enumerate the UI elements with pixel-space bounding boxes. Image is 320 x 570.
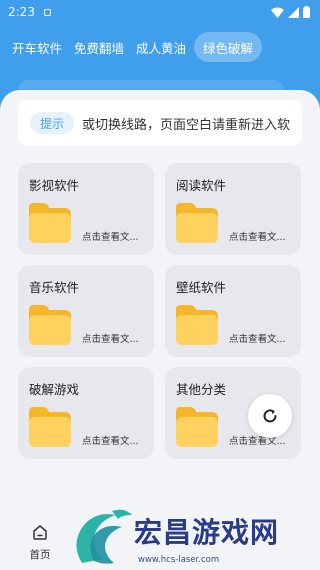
category-card-yingshi[interactable]: 影视软件 点击查看文... — [18, 163, 154, 255]
category-tabs: 开车软件 免费翻墙 成人黄油 绿色破解 — [0, 24, 320, 62]
card-title: 阅读软件 — [176, 178, 227, 193]
card-view-link[interactable]: 点击查看文... — [229, 229, 295, 243]
card-view-link[interactable]: 点击查看文... — [82, 229, 148, 243]
refresh-icon — [263, 409, 277, 423]
tab-pojie[interactable]: 绿色破解 — [194, 32, 263, 62]
card-view-link[interactable]: 点击查看文... — [82, 433, 148, 447]
folder-icon — [29, 305, 71, 345]
battery-icon — [303, 6, 310, 18]
category-card-bizhi[interactable]: 壁纸软件 点击查看文... — [165, 265, 301, 357]
tab-huangyou[interactable]: 成人黄油 — [132, 32, 190, 62]
tab-kaiche[interactable]: 开车软件 — [8, 32, 66, 62]
category-card-yuedu[interactable]: 阅读软件 点击查看文... — [165, 163, 301, 255]
folder-icon — [176, 407, 218, 447]
folder-icon — [176, 305, 218, 345]
notice-bar: 提示 或切换线路，页面空白请重新进入软 — [18, 100, 302, 146]
card-title: 音乐软件 — [29, 280, 80, 295]
notice-text: 或切换线路，页面空白请重新进入软 — [82, 117, 291, 133]
status-bar: 2:23 — [0, 0, 320, 24]
card-view-link[interactable]: 点击查看文... — [82, 331, 148, 345]
watermark-text: 宏昌游戏网 — [134, 516, 280, 549]
status-time: 2:23 — [8, 5, 35, 19]
wifi-icon — [271, 7, 284, 18]
card-title: 影视软件 — [29, 178, 80, 193]
signal-icon — [288, 6, 299, 18]
watermark-logo: 宏昌游戏网 www.hcs-laser.com — [72, 503, 320, 570]
nav-home-label: 首页 — [29, 549, 51, 561]
card-title: 破解游戏 — [29, 382, 80, 397]
category-card-yinyue[interactable]: 音乐软件 点击查看文... — [18, 265, 154, 357]
nav-home[interactable]: 首页 — [22, 524, 58, 564]
tab-fanqiang[interactable]: 免费翻墙 — [70, 32, 128, 62]
folder-icon — [176, 203, 218, 243]
watermark-url: www.hcs-laser.com — [138, 555, 220, 565]
folder-icon — [29, 407, 71, 447]
home-icon — [33, 525, 47, 540]
category-card-pojie-youxi[interactable]: 破解游戏 点击查看文... — [18, 367, 154, 459]
card-title: 壁纸软件 — [176, 280, 227, 295]
card-title: 其他分类 — [176, 382, 227, 397]
notice-badge: 提示 — [30, 112, 74, 134]
content-sheet: 提示 或切换线路，页面空白请重新进入软 影视软件 点击查看文... 阅读软件 点… — [0, 90, 320, 570]
refresh-button[interactable] — [248, 394, 292, 438]
folder-icon — [29, 203, 71, 243]
card-view-link[interactable]: 点击查看文... — [229, 331, 295, 345]
dragon-logo-icon — [76, 509, 132, 564]
notification-icon — [43, 8, 51, 16]
